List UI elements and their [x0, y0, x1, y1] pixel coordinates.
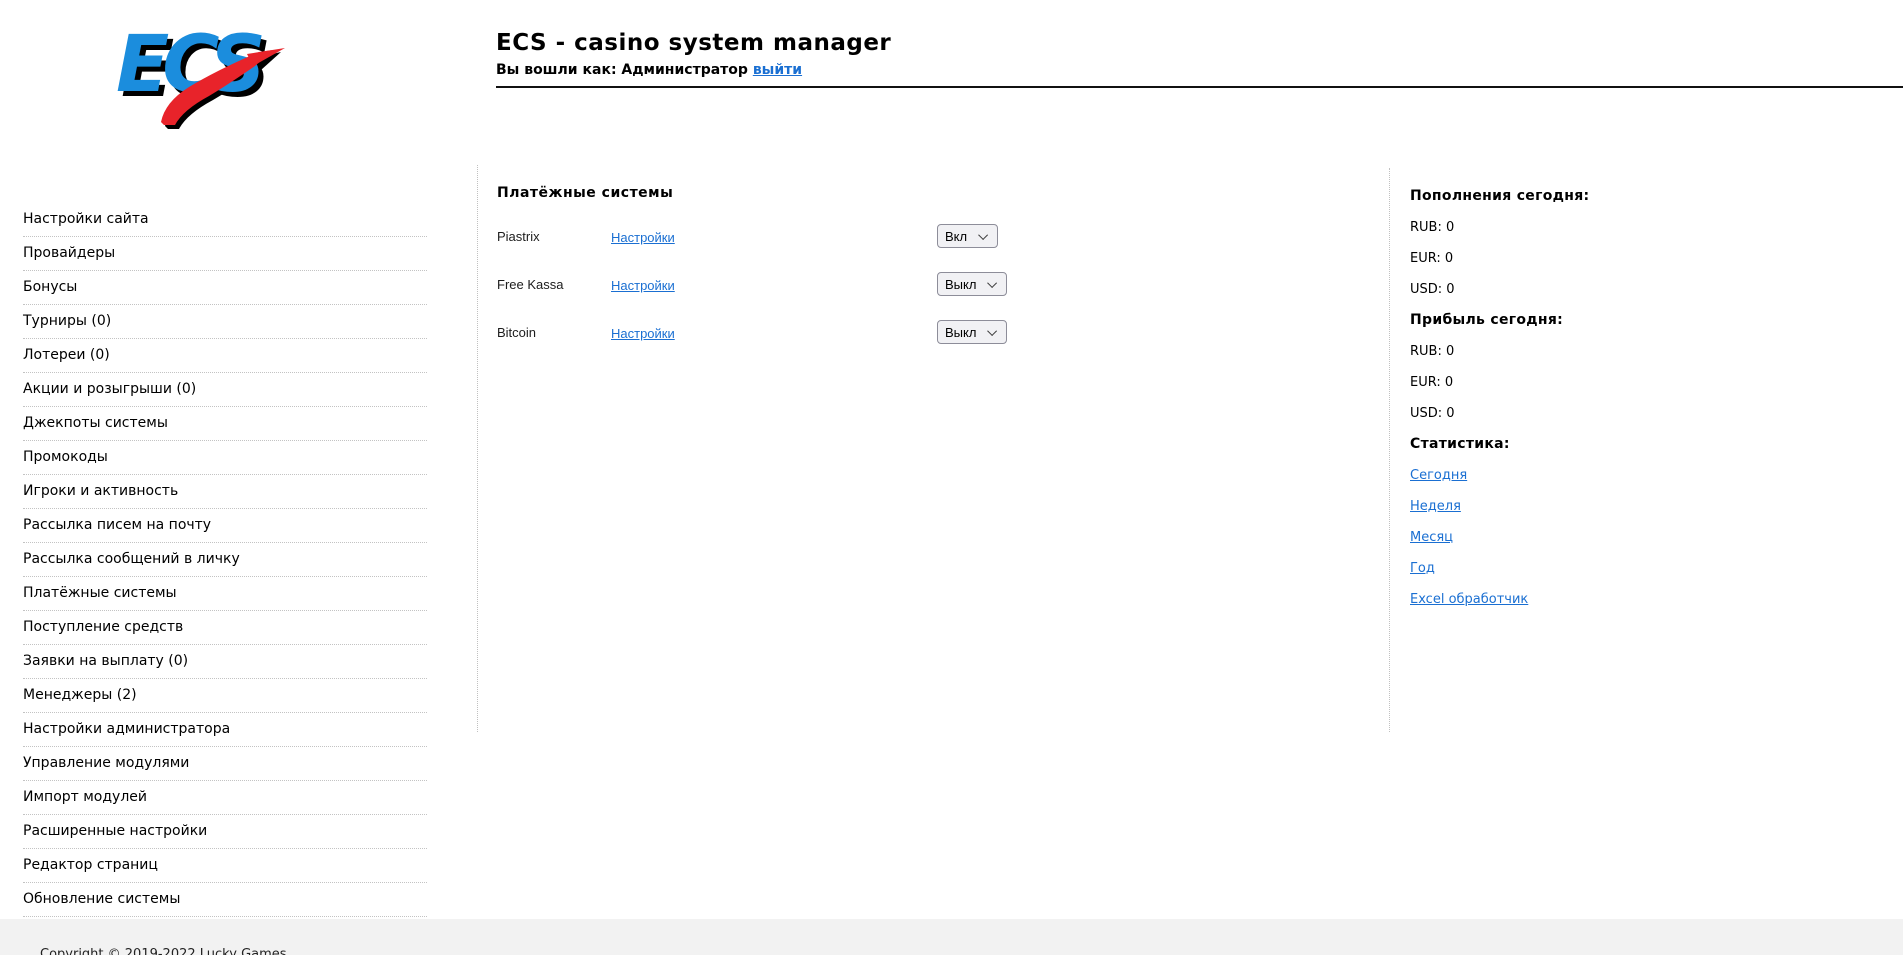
payment-row-freekassa: Free Kassa Настройки Выкл: [497, 271, 1357, 297]
ecs-logo: ECS ECS: [113, 14, 293, 129]
copyright-text: Copyright © 2019-2022 Lucky Games: [40, 947, 287, 955]
footer: Copyright © 2019-2022 Lucky Games: [0, 919, 1903, 955]
sidebar-item-system-update[interactable]: Обновление системы: [23, 883, 427, 917]
sidebar-item-bonuses[interactable]: Бонусы: [23, 271, 427, 305]
sidebar-item-promotions[interactable]: Акции и розыгрыши (0): [23, 373, 427, 407]
select-value: Выкл: [945, 276, 977, 292]
sidebar-main-divider: [477, 165, 478, 732]
header-divider: [496, 86, 1903, 88]
payment-name: Free Kassa: [497, 276, 564, 292]
payment-name: Piastrix: [497, 228, 540, 244]
sidebar-item-jackpots[interactable]: Джекпоты системы: [23, 407, 427, 441]
stats-link-month[interactable]: Месяц: [1410, 530, 1453, 545]
sidebar-item-lotteries[interactable]: Лотереи (0): [23, 339, 427, 373]
ecs-logo-image: ECS ECS: [116, 20, 285, 129]
sidebar-item-admin-settings[interactable]: Настройки администратора: [23, 713, 427, 747]
payment-row-bitcoin: Bitcoin Настройки Выкл: [497, 319, 1357, 345]
sidebar-item-payment-systems[interactable]: Платёжные системы: [23, 577, 427, 611]
panel-title: Платёжные системы: [497, 185, 674, 201]
sidebar-item-site-settings[interactable]: Настройки сайта: [23, 203, 427, 237]
login-status: Вы вошли как: Администратор выйти: [496, 62, 891, 78]
deposits-usd: USD: 0: [1410, 282, 1455, 297]
freekassa-settings-link[interactable]: Настройки: [611, 278, 675, 293]
piastrix-settings-link[interactable]: Настройки: [611, 230, 675, 245]
payment-row-piastrix: Piastrix Настройки Вкл: [497, 223, 1357, 249]
sidebar-item-module-import[interactable]: Импорт модулей: [23, 781, 427, 815]
page-title: ECS - casino system manager: [496, 30, 892, 56]
sidebar-item-pm-newsletter[interactable]: Рассылка сообщений в личку: [23, 543, 427, 577]
deposits-today-title: Пополнения сегодня:: [1410, 188, 1590, 204]
sidebar-item-incoming-funds[interactable]: Поступление средств: [23, 611, 427, 645]
profit-usd: USD: 0: [1410, 406, 1455, 421]
bitcoin-state-select[interactable]: Выкл: [937, 320, 1008, 344]
sidebar-item-page-editor[interactable]: Редактор страниц: [23, 849, 427, 883]
sidebar-item-module-management[interactable]: Управление модулями: [23, 747, 427, 781]
sidebar-item-managers[interactable]: Менеджеры (2): [23, 679, 427, 713]
sidebar-item-mail-newsletter[interactable]: Рассылка писем на почту: [23, 509, 427, 543]
sidebar-item-promocodes[interactable]: Промокоды: [23, 441, 427, 475]
select-value: Выкл: [945, 324, 977, 340]
stats-panel: Пополнения сегодня: RUB: 0 EUR: 0 USD: 0…: [1410, 188, 1710, 622]
login-label: Вы вошли как: Администратор: [496, 62, 748, 78]
sidebar-nav: Настройки сайта Провайдеры Бонусы Турнир…: [23, 203, 427, 917]
deposits-rub: RUB: 0: [1410, 220, 1455, 235]
profit-rub: RUB: 0: [1410, 344, 1455, 359]
deposits-eur: EUR: 0: [1410, 251, 1454, 266]
payment-systems-panel: Платёжные системы Piastrix Настройки Вкл…: [497, 185, 1357, 345]
profit-today-title: Прибыль сегодня:: [1410, 312, 1564, 328]
stats-link-week[interactable]: Неделя: [1410, 499, 1461, 514]
main-stats-divider: [1389, 168, 1390, 732]
payment-name: Bitcoin: [497, 324, 537, 340]
sidebar-item-tournaments[interactable]: Турниры (0): [23, 305, 427, 339]
piastrix-state-select[interactable]: Вкл: [937, 224, 999, 248]
profit-eur: EUR: 0: [1410, 375, 1454, 390]
page: { "header": { "logo_text": "ECS", "title…: [0, 0, 1903, 955]
stats-link-excel[interactable]: Excel обработчик: [1410, 592, 1528, 607]
statistics-title: Статистика:: [1410, 436, 1510, 452]
sidebar-item-advanced-settings[interactable]: Расширенные настройки: [23, 815, 427, 849]
sidebar-item-payout-requests[interactable]: Заявки на выплату (0): [23, 645, 427, 679]
sidebar-item-providers[interactable]: Провайдеры: [23, 237, 427, 271]
stats-link-today[interactable]: Сегодня: [1410, 468, 1467, 483]
select-value: Вкл: [945, 228, 968, 244]
freekassa-state-select[interactable]: Выкл: [937, 272, 1008, 296]
bitcoin-settings-link[interactable]: Настройки: [611, 326, 675, 341]
sidebar-item-players[interactable]: Игроки и активность: [23, 475, 427, 509]
header: ECS - casino system manager Вы вошли как…: [496, 30, 891, 78]
stats-link-year[interactable]: Год: [1410, 561, 1435, 576]
logout-link[interactable]: выйти: [753, 62, 802, 78]
